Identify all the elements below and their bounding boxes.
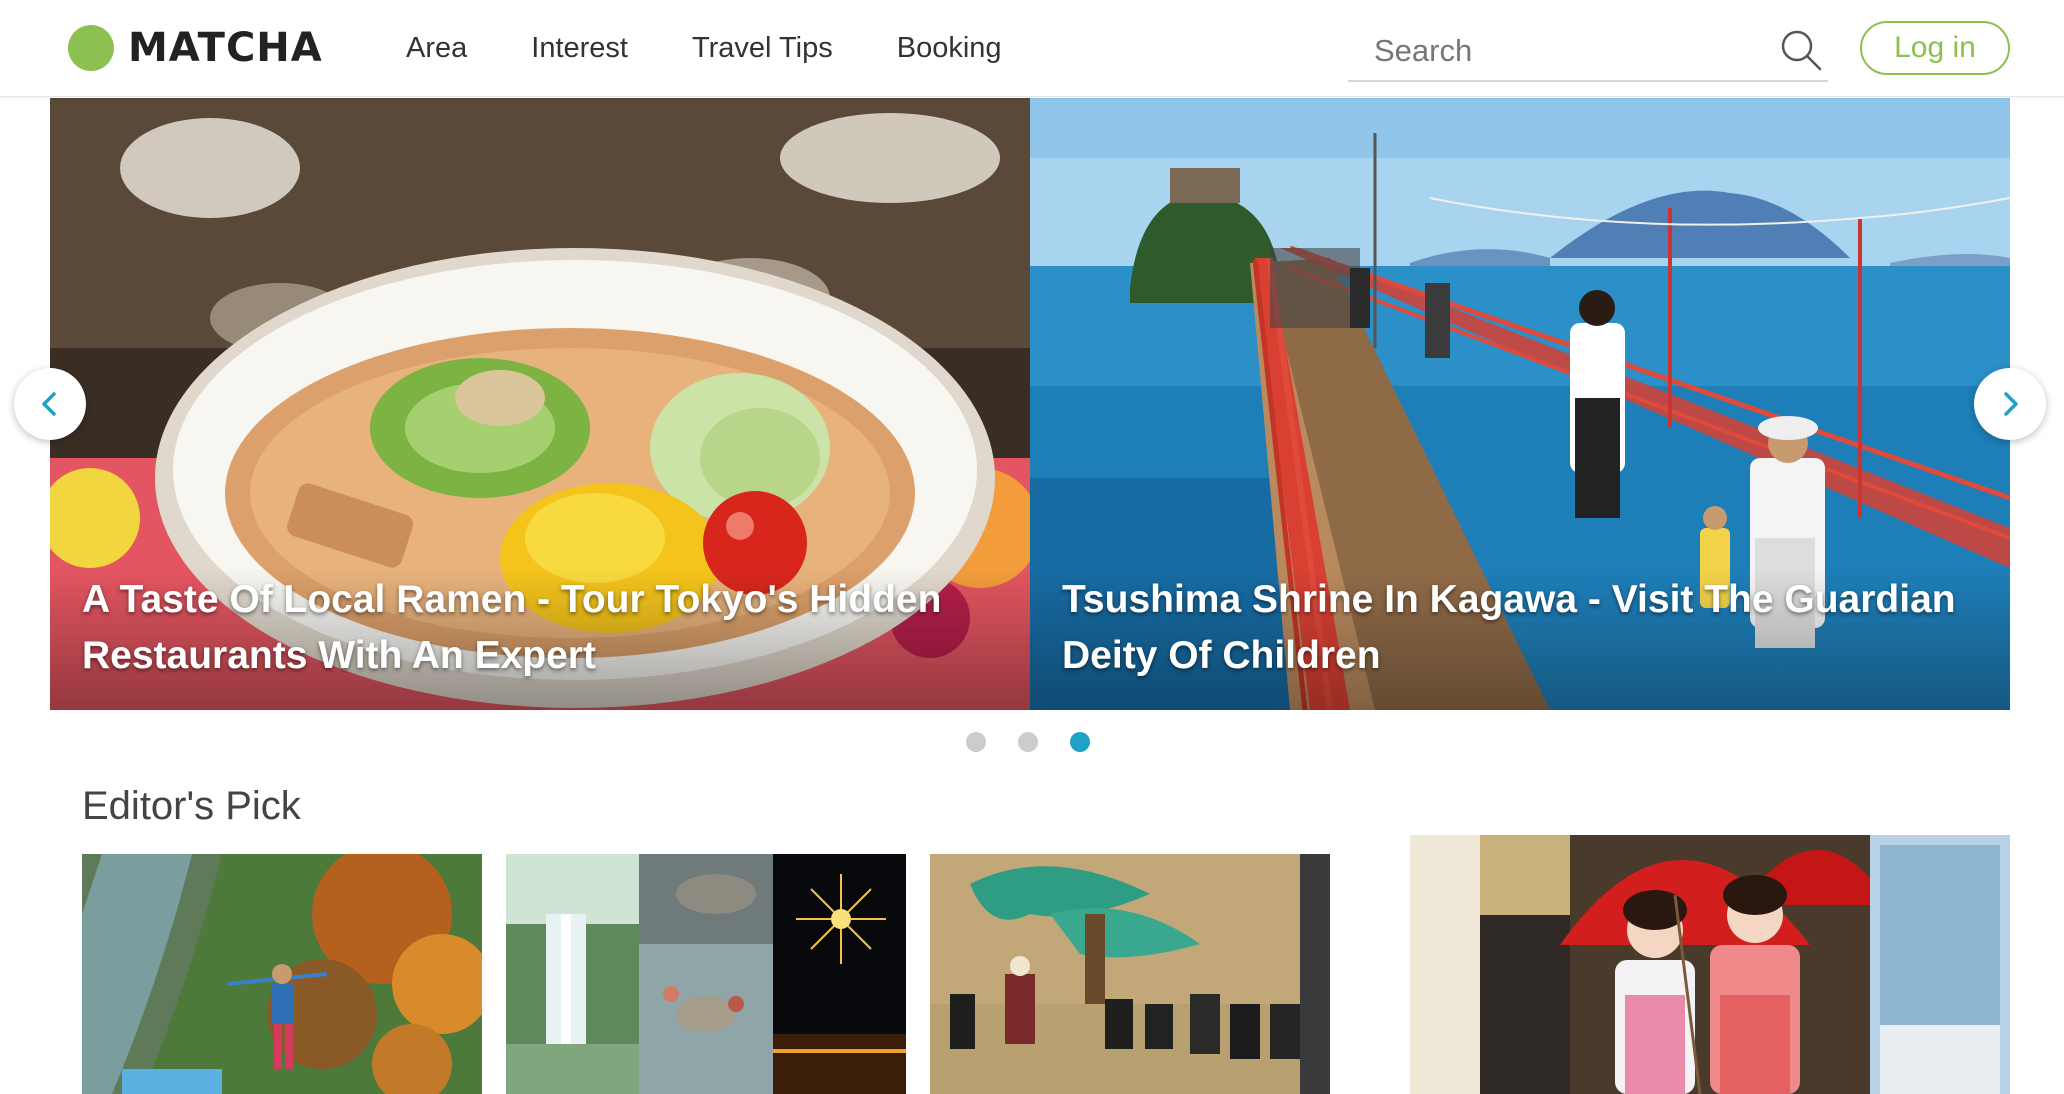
carousel-dot-3[interactable] [1070, 732, 1090, 752]
login-button[interactable]: Log in [1860, 21, 2010, 75]
waterfall-fireworks-collage-image [506, 854, 906, 1094]
noh-theater-image [930, 854, 1330, 1094]
search-box [1348, 22, 1828, 82]
carousel-pagination [966, 732, 1122, 752]
nav-item-travel-tips[interactable]: Travel Tips [692, 26, 833, 70]
nav-item-interest[interactable]: Interest [531, 26, 628, 70]
matcha-logo[interactable]: MATCHA [68, 24, 323, 72]
carousel-next-button[interactable] [1974, 368, 2046, 440]
carousel-prev-button[interactable] [14, 368, 86, 440]
chevron-right-icon [2004, 392, 2018, 416]
editors-pick-heading: Editor's Pick [82, 784, 301, 828]
kimono-ad-banner[interactable] [1410, 835, 2010, 1094]
hero-carousel: A Taste Of Local Ramen - Tour Tokyo's Hi… [50, 98, 2010, 710]
editors-pick-card-bungee[interactable] [82, 854, 482, 1094]
slide-title[interactable]: A Taste Of Local Ramen - Tour Tokyo's Hi… [82, 572, 982, 684]
editors-pick-card-waterfall[interactable] [506, 854, 906, 1094]
bungee-gorge-image [82, 854, 482, 1094]
slide-title[interactable]: Tsushima Shrine In Kagawa - Visit The Gu… [1062, 572, 1962, 684]
logo-text: MATCHA [128, 25, 323, 71]
kimono-women-image [1410, 835, 2010, 1094]
editors-pick-card-noh[interactable] [930, 854, 1330, 1094]
search-icon[interactable] [1778, 27, 1824, 73]
carousel-slide-shrine[interactable]: Tsushima Shrine In Kagawa - Visit The Gu… [1030, 98, 2010, 710]
site-header: MATCHA Area Interest Travel Tips Booking… [0, 0, 2064, 97]
logo-dot-icon [68, 25, 114, 71]
carousel-dot-2[interactable] [1018, 732, 1038, 752]
chevron-left-icon [42, 392, 56, 416]
search-input[interactable] [1372, 30, 1756, 72]
carousel-slide-ramen[interactable]: A Taste Of Local Ramen - Tour Tokyo's Hi… [50, 98, 1030, 710]
nav-item-booking[interactable]: Booking [897, 26, 1002, 70]
nav-item-area[interactable]: Area [406, 26, 467, 70]
main-nav: Area Interest Travel Tips Booking [406, 26, 1066, 70]
carousel-dot-1[interactable] [966, 732, 986, 752]
